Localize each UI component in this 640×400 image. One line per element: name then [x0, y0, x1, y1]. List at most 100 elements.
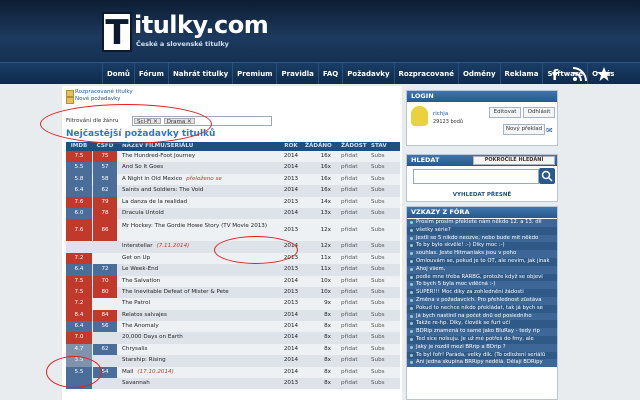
nav-forum[interactable]: Fórum — [133, 63, 168, 85]
forum-post-link[interactable]: Pokud to nechce nikdo překládat, tak já … — [407, 304, 557, 313]
advanced-search-button[interactable]: POKROČILÉ HLEDÁNÍ — [473, 156, 555, 165]
movie-title[interactable]: The Inevitable Defeat of Mister & Pete — [117, 287, 277, 298]
nav-domu[interactable]: Domů — [102, 63, 134, 85]
add-request-link[interactable]: přidat — [335, 219, 369, 241]
add-request-link[interactable]: přidat — [335, 241, 369, 252]
edit-profile-button[interactable]: Editovat — [489, 107, 521, 118]
table-row[interactable]: 4.7 62 Chrysalis 2014 8x přidat Subs — [66, 343, 400, 356]
add-request-link[interactable]: přidat — [335, 208, 369, 219]
movie-title[interactable]: The Salvation — [117, 276, 277, 287]
forum-post-link[interactable]: Já bych nastínil na počet dnů od posledn… — [407, 312, 557, 321]
add-request-link[interactable]: přidat — [335, 310, 369, 321]
forum-post-link[interactable]: Ted sice nolsuju. Je už mé potřeš do fmy… — [407, 335, 557, 344]
movie-title[interactable]: Savannah — [117, 378, 277, 389]
movie-title[interactable]: The Anomaly — [117, 321, 277, 332]
breadcrumb-in-progress[interactable]: Rozpracované titulky — [66, 89, 133, 97]
facebook-icon[interactable]: f — [548, 66, 564, 84]
add-request-link[interactable]: přidat — [335, 197, 369, 208]
movie-title[interactable]: Relatos salvajes — [117, 310, 277, 321]
table-row[interactable]: Savannah 2013 8x přidat Subs — [66, 378, 400, 390]
table-row[interactable]: 6.4 72 Le Week-End 2013 11x přidat Subs — [66, 264, 400, 276]
nav-ads[interactable]: Reklama — [499, 63, 543, 85]
forum-post-link[interactable]: Jestli se 5 nikdo neozve, nebo bude mít … — [407, 234, 557, 243]
forum-post-link[interactable]: souhlas. Jeste Hitmaniaks jsou v poho — [407, 250, 557, 258]
add-request-link[interactable]: přidat — [335, 162, 369, 173]
add-request-link[interactable]: přidat — [335, 355, 369, 366]
star-icon[interactable] — [596, 66, 612, 82]
search-button[interactable] — [539, 168, 555, 184]
site-logo[interactable]: T itulky.com České a slovenské titulky — [102, 10, 269, 54]
subs-link[interactable]: Subs — [369, 355, 399, 366]
add-request-link[interactable]: přidat — [335, 367, 369, 378]
forum-post-link[interactable]: Takže re-hp. Díky, člověk se furt učí — [407, 320, 557, 329]
add-request-link[interactable]: přidat — [335, 174, 369, 185]
table-row[interactable]: 5.8 58 A Night in Old Mexico přeloženo se 20… — [66, 173, 400, 186]
add-request-link[interactable]: přidat — [335, 298, 369, 309]
subs-link[interactable]: Subs — [369, 185, 399, 196]
table-row[interactable]: 6.4 56 The Anomaly 2014 8x přidat Subs — [66, 321, 400, 333]
forum-post-link[interactable]: Změna v požadavcích. Pro přehlednost zůs… — [407, 296, 557, 305]
nav-rules[interactable]: Pravidla — [276, 63, 317, 85]
rss-icon[interactable] — [572, 66, 588, 82]
subs-link[interactable]: Subs — [369, 276, 399, 287]
nav-in-progress[interactable]: Rozpracované — [393, 63, 458, 85]
col-requested[interactable]: ŽÁDÁNO — [305, 142, 335, 151]
username[interactable]: richja — [433, 111, 448, 118]
nav-faq[interactable]: FAQ — [317, 63, 342, 85]
subs-link[interactable]: Subs — [369, 344, 399, 355]
table-row[interactable]: 6.0 78 Dracula Untold 2014 13x přidat Subs — [66, 207, 400, 220]
add-request-link[interactable]: přidat — [335, 253, 369, 264]
subs-link[interactable]: Subs — [369, 321, 399, 332]
table-row[interactable]: 7.5 70 The Salvation 2014 10x přidat Subs — [66, 275, 400, 287]
movie-title[interactable]: A Night in Old Mexico přeloženo se — [117, 174, 277, 185]
col-request[interactable]: ŽÁDOST — [335, 142, 369, 151]
nav-requests[interactable]: Požadavky — [342, 63, 393, 85]
table-row[interactable]: 6.4 62 Saints and Soldiers: The Void 2014 16… — [66, 185, 400, 197]
table-row[interactable]: 8.4 84 Relatos salvajes 2014 8x přidat Subs — [66, 309, 400, 322]
subs-link[interactable]: Subs — [369, 332, 399, 343]
subs-link[interactable]: Subs — [369, 219, 399, 241]
table-row[interactable]: 7.5 80 The Inevitable Defeat of Mister & P… — [66, 286, 400, 299]
subs-link[interactable]: Subs — [369, 378, 399, 389]
movie-title[interactable]: 20,000 Days on Earth — [117, 332, 277, 343]
forum-post-link[interactable]: To by bylo skvělé! :-) Díky moc :-) — [407, 242, 557, 251]
movie-title[interactable]: Saints and Soldiers: The Void — [117, 185, 277, 196]
subs-link[interactable]: Subs — [369, 208, 399, 219]
add-request-link[interactable]: přidat — [335, 378, 369, 389]
subs-link[interactable]: Subs — [369, 174, 399, 185]
nav-rewards[interactable]: Odměny — [457, 63, 500, 85]
forum-post-link[interactable]: Ahoj všem, — [407, 265, 557, 274]
movie-title[interactable]: Chrysalis — [117, 344, 277, 355]
subs-link[interactable]: Subs — [369, 287, 399, 298]
add-request-link[interactable]: přidat — [335, 321, 369, 332]
table-row[interactable]: 5.5 54 Mall (17.10.2014) 2014 8x přidat Subs — [66, 366, 400, 379]
movie-title[interactable]: Le Week-End — [117, 264, 277, 275]
forum-post-link[interactable]: všetky série? — [407, 226, 557, 235]
forum-post-link[interactable]: Jaký je rozdíl mezi BRrip a BDrip ? — [407, 343, 557, 352]
avatar[interactable] — [411, 106, 428, 126]
table-row[interactable]: 5.5 57 And So It Goes 2014 16x přidat Subs — [66, 162, 400, 174]
add-request-link[interactable]: přidat — [335, 287, 369, 298]
add-request-link[interactable]: přidat — [335, 344, 369, 355]
add-request-link[interactable]: přidat — [335, 332, 369, 343]
movie-title[interactable]: The Patrol — [117, 298, 277, 309]
col-imdb[interactable]: IMDB — [66, 142, 92, 151]
table-row[interactable]: 7.2 The Patrol 2013 9x přidat Subs — [66, 298, 400, 310]
subs-link[interactable]: Subs — [369, 241, 399, 252]
movie-title[interactable]: The Hundred-Foot Journey — [117, 151, 277, 162]
table-row[interactable]: 3.5 Starship: Rising 2014 8x přidat Subs — [66, 355, 400, 367]
forum-post-link[interactable]: To byl fofr! Paráda, velký dík. (To odlo… — [407, 351, 557, 360]
forum-post-link[interactable]: To bych 5 byla moc vděčná :-) — [407, 281, 557, 290]
table-row[interactable]: 7.5 75 The Hundred-Foot Journey 2014 16x přid… — [66, 151, 400, 163]
subs-link[interactable]: Subs — [369, 151, 399, 162]
message-icon[interactable]: ✉ — [546, 126, 553, 135]
add-request-link[interactable]: přidat — [335, 276, 369, 287]
nav-upload[interactable]: Nahrát titulky — [167, 63, 232, 85]
search-input[interactable] — [413, 169, 539, 184]
logout-button[interactable]: Odhlásit — [523, 107, 555, 118]
subs-link[interactable]: Subs — [369, 298, 399, 309]
subs-link[interactable]: Subs — [369, 197, 399, 208]
movie-title[interactable]: Dracula Untold — [117, 208, 277, 219]
subs-link[interactable]: Subs — [369, 367, 399, 378]
add-request-link[interactable]: přidat — [335, 151, 369, 162]
